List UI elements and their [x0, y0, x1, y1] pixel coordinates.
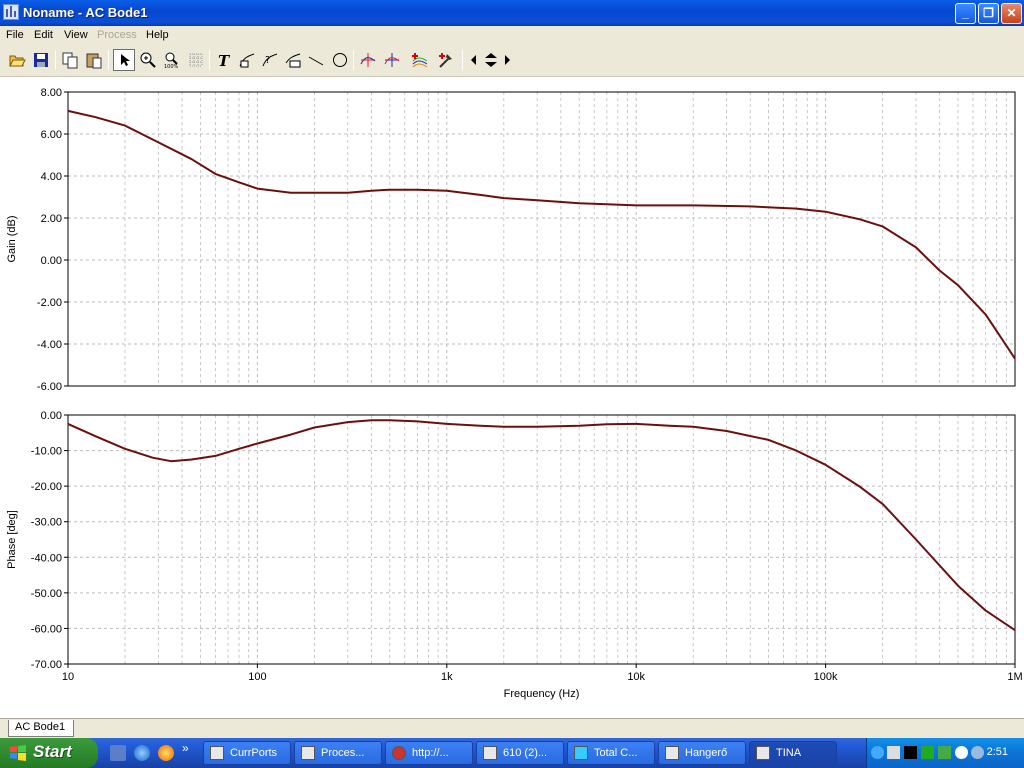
- x-tick-label: 100: [248, 671, 266, 683]
- bode-plot-area[interactable]: 8.00 6.00 4.00 2.00 0.00 -2.00 -4.00 -6.00 Gain …: [0, 78, 1024, 718]
- label-axis-icon[interactable]: [282, 49, 304, 71]
- tray-utorrent-icon[interactable]: [921, 746, 934, 759]
- task-process[interactable]: Proces...: [294, 741, 382, 765]
- copy-icon[interactable]: [59, 49, 81, 71]
- arrow-updown-icon[interactable]: [482, 49, 500, 71]
- system-tray: 2:51: [866, 738, 1024, 768]
- svg-text:100%: 100%: [164, 64, 179, 69]
- phase-ytick-label: -20.00: [31, 481, 62, 493]
- show-desktop-icon[interactable]: [110, 745, 126, 761]
- add-curve-icon[interactable]: [409, 49, 431, 71]
- save-icon[interactable]: [30, 49, 52, 71]
- internet-explorer-icon[interactable]: [134, 745, 150, 761]
- tray-speaker-icon[interactable]: [971, 746, 984, 759]
- gain-ytick-label: 0.00: [41, 255, 62, 267]
- task-tina[interactable]: TINA: [749, 741, 837, 765]
- task-610[interactable]: 610 (2)...: [476, 741, 564, 765]
- menu-process[interactable]: Process: [97, 29, 137, 41]
- phase-ytick-label: 0.00: [41, 410, 62, 422]
- x-axis-label: Frequency (Hz): [504, 688, 580, 700]
- cursor-a-icon[interactable]: [357, 49, 379, 71]
- quicklaunch-more-icon[interactable]: »: [182, 741, 189, 755]
- x-tick-label: 1M: [1007, 671, 1022, 683]
- tray-network-icon[interactable]: [887, 746, 900, 759]
- phase-ytick-label: -60.00: [31, 623, 62, 635]
- svg-text:T: T: [218, 52, 231, 69]
- gain-ytick-label: 6.00: [41, 129, 62, 141]
- windows-flag-icon: [10, 745, 26, 761]
- phase-series-line: [67, 419, 1016, 632]
- bode-chart[interactable]: 8.00 6.00 4.00 2.00 0.00 -2.00 -4.00 -6.00 Gain …: [0, 78, 1024, 718]
- gain-ytick-label: 8.00: [41, 87, 62, 99]
- text-icon[interactable]: T: [213, 49, 235, 71]
- tray-app-icon[interactable]: [904, 746, 917, 759]
- arrow-left-icon[interactable]: [468, 49, 480, 71]
- phase-ytick-label: -30.00: [31, 517, 62, 529]
- task-hangero[interactable]: Hangerő: [658, 741, 746, 765]
- window-title: Noname - AC Bode1: [23, 5, 148, 20]
- task-http[interactable]: http://...: [385, 741, 473, 765]
- x-tick-label: 1k: [441, 671, 453, 683]
- clock: 2:51: [986, 746, 1008, 758]
- x-tick-label: 100k: [814, 671, 838, 683]
- zoom-in-icon[interactable]: [137, 49, 159, 71]
- line-icon[interactable]: [305, 49, 327, 71]
- menu-help[interactable]: Help: [146, 29, 169, 41]
- label-point-icon[interactable]: ?: [259, 49, 281, 71]
- firefox-icon[interactable]: [158, 745, 174, 761]
- taskbar: Start » CurrPorts Proces... http://... 6…: [0, 738, 1024, 768]
- zoom-100-icon[interactable]: 100%: [161, 49, 183, 71]
- gain-ytick-label: 2.00: [41, 213, 62, 225]
- gain-plot-frame: [67, 91, 1016, 387]
- tab-ac-bode1[interactable]: AC Bode1: [8, 720, 75, 737]
- title-bar[interactable]: Noname - AC Bode1 _ ❐ ✕: [0, 0, 1024, 26]
- gain-ytick-label: 4.00: [41, 171, 62, 183]
- cursor-b-icon[interactable]: [381, 49, 403, 71]
- tray-status-icon[interactable]: [955, 746, 968, 759]
- task-currports[interactable]: CurrPorts: [203, 741, 291, 765]
- tray-back-icon[interactable]: [871, 746, 884, 759]
- gain-ytick-label: -4.00: [37, 339, 62, 351]
- svg-text:?: ?: [265, 55, 270, 66]
- phase-ytick-label: -40.00: [31, 552, 62, 564]
- document-tab-strip: AC Bode1: [0, 718, 1024, 738]
- open-icon[interactable]: [6, 49, 28, 71]
- menu-edit[interactable]: Edit: [34, 29, 53, 41]
- task-total-commander[interactable]: Total C...: [567, 741, 655, 765]
- paste-icon[interactable]: [83, 49, 105, 71]
- pointer-icon[interactable]: [113, 49, 135, 71]
- start-button[interactable]: Start: [0, 738, 98, 768]
- phase-ytick-label: -50.00: [31, 588, 62, 600]
- menu-view[interactable]: View: [64, 29, 88, 41]
- label-curve-icon[interactable]: [236, 49, 258, 71]
- phase-ylabel: Phase [deg]: [6, 510, 18, 569]
- maximize-button[interactable]: ❐: [978, 3, 999, 24]
- grid-icon[interactable]: [185, 49, 207, 71]
- x-tick-label: 10k: [627, 671, 645, 683]
- phase-ytick-label: -70.00: [31, 659, 62, 671]
- x-tick-label: 10: [62, 671, 74, 683]
- phase-ytick-label: -10.00: [31, 446, 62, 458]
- phase-plot-frame: [67, 414, 1016, 665]
- tray-leaf-icon[interactable]: [938, 746, 951, 759]
- gain-ylabel: Gain (dB): [6, 215, 18, 262]
- circle-icon[interactable]: [329, 49, 351, 71]
- gain-ytick-label: -6.00: [37, 381, 62, 393]
- close-button[interactable]: ✕: [1001, 3, 1022, 24]
- gain-ytick-label: -2.00: [37, 297, 62, 309]
- menu-file[interactable]: File: [6, 29, 24, 41]
- minimize-button[interactable]: _: [955, 3, 976, 24]
- toolbar: 100% T ?: [0, 45, 1024, 77]
- menu-bar: File Edit View Process Help: [0, 26, 1024, 45]
- gain-series-line: [67, 109, 1016, 360]
- app-icon[interactable]: [3, 4, 19, 20]
- arrow-right-icon[interactable]: [501, 49, 513, 71]
- pick-icon[interactable]: [435, 49, 457, 71]
